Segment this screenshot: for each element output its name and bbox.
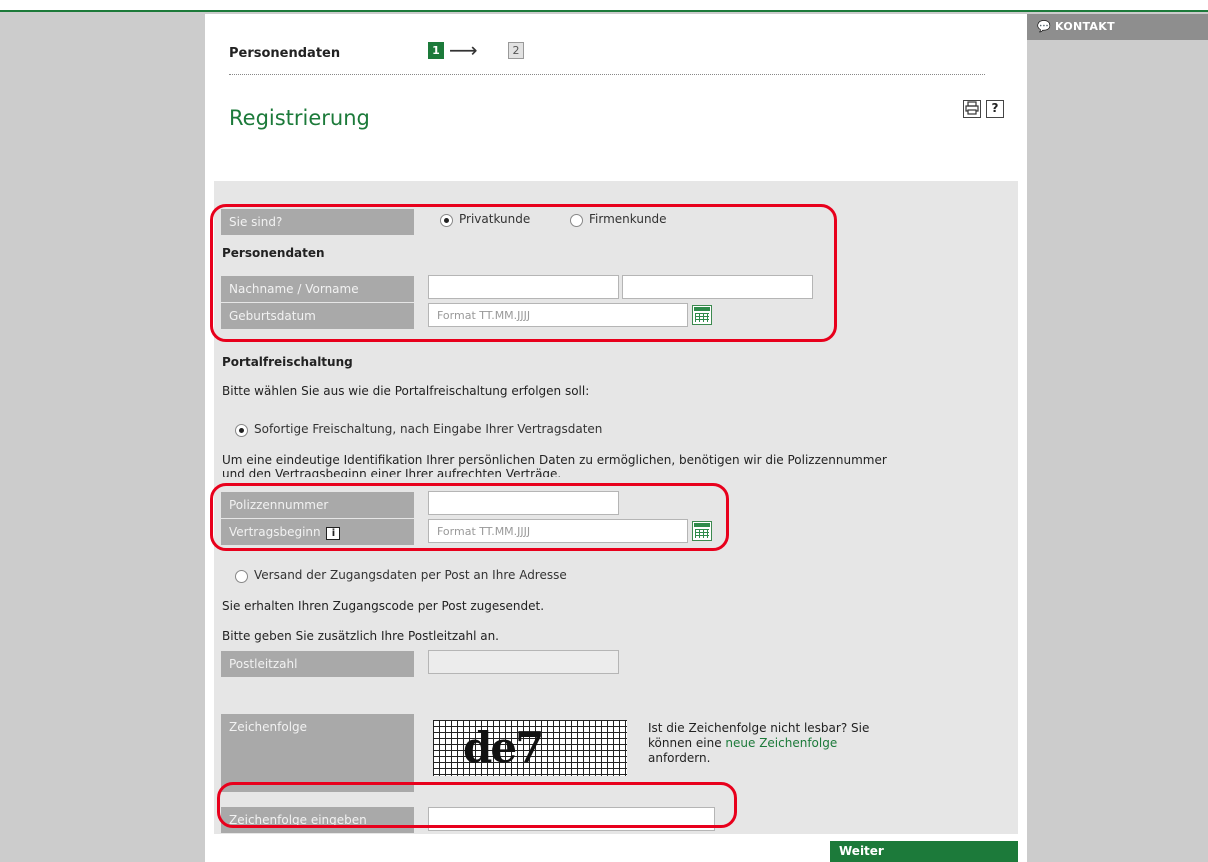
step-arrow-icon: ⟶	[449, 38, 478, 62]
captcha-image: de7	[433, 720, 627, 776]
weiter-button[interactable]: Weiter	[830, 841, 1018, 862]
divider	[229, 74, 985, 75]
highlight-contract-data	[210, 483, 729, 551]
step-1-indicator: 1	[428, 42, 444, 59]
postal-code-input[interactable]	[428, 650, 619, 674]
highlight-captcha-input	[217, 782, 737, 828]
top-bar	[0, 0, 1208, 12]
printer-icon[interactable]	[963, 100, 981, 118]
instant-info-line-2: und den Vertragsbeginn einer Ihrer aufre…	[222, 467, 562, 477]
left-gutter	[0, 14, 205, 862]
postal-code-label: Postleitzahl	[221, 651, 414, 677]
portal-section-title: Portalfreischaltung	[222, 355, 353, 369]
captcha-text: de7	[463, 723, 544, 772]
page-title: Registrierung	[229, 106, 370, 130]
instant-info-line-1: Um eine eindeutige Identifikation Ihrer …	[222, 453, 887, 467]
kontakt-label: KONTAKT	[1055, 20, 1115, 33]
captcha-help-text: können eine	[648, 736, 726, 750]
captcha-label: Zeichenfolge	[221, 714, 414, 792]
postal-intro: Bitte geben Sie zusätzlich Ihre Postleit…	[222, 629, 499, 643]
main-content: Personendaten 1 ⟶ 2 Registrierung ? Sie …	[205, 14, 1027, 862]
right-sidebar: 💬 KONTAKT	[1027, 14, 1208, 862]
versand-per-post-label: Versand der Zugangsdaten per Post an Ihr…	[254, 568, 567, 582]
step-title: Personendaten	[229, 46, 341, 61]
step-2-indicator: 2	[508, 42, 524, 59]
captcha-help-line-3: anfordern.	[648, 751, 711, 765]
radio-sofortige-freischaltung[interactable]	[235, 424, 248, 437]
radio-versand-per-post[interactable]	[235, 570, 248, 583]
sofortige-freischaltung-label: Sofortige Freischaltung, nach Eingabe Ih…	[254, 422, 603, 436]
portal-intro: Bitte wählen Sie aus wie die Portalfreis…	[222, 384, 590, 398]
help-icon[interactable]: ?	[986, 100, 1004, 118]
new-captcha-link[interactable]: neue Zeichenfolge	[725, 736, 837, 750]
captcha-help-line-2: können eine neue Zeichenfolge	[648, 736, 837, 750]
speech-bubble-icon: 💬	[1037, 20, 1051, 33]
highlight-personal-data	[210, 204, 837, 342]
captcha-help-line-1: Ist die Zeichenfolge nicht lesbar? Sie	[648, 721, 870, 735]
post-info: Sie erhalten Ihren Zugangscode per Post …	[222, 599, 545, 613]
kontakt-button[interactable]: 💬 KONTAKT	[1027, 14, 1208, 40]
